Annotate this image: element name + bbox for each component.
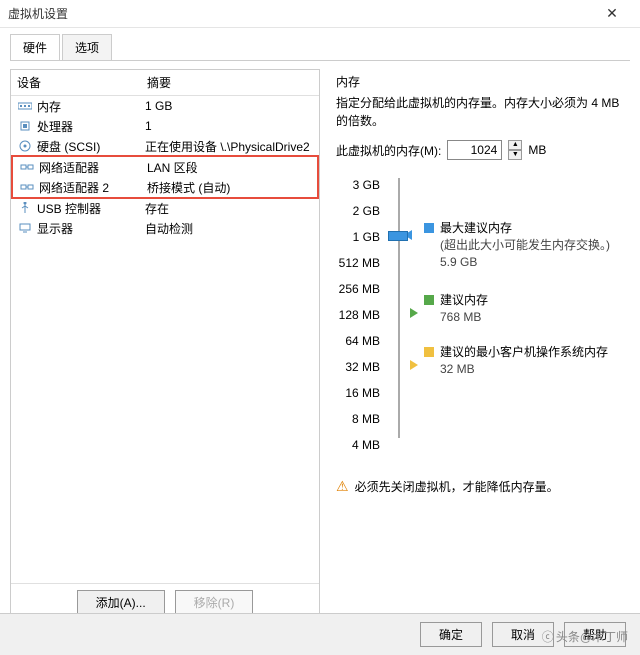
device-row-display[interactable]: 显示器 自动检测 xyxy=(11,218,319,238)
tab-bar: 硬件 选项 xyxy=(0,28,640,60)
device-summary: LAN 区段 xyxy=(147,159,311,176)
device-name: USB 控制器 xyxy=(37,200,145,217)
device-panel: 设备 摘要 内存 1 GB 处理器 1 硬盘 (SCSI) 正在使用设备 \.\… xyxy=(10,69,320,622)
legend-rec-sub: 768 MB xyxy=(440,309,488,326)
highlight-box: 网络适配器 LAN 区段 网络适配器 2 桥接模式 (自动) xyxy=(11,155,319,199)
tick-label: 128 MB xyxy=(336,302,380,328)
header-summary: 摘要 xyxy=(147,74,313,91)
legend-rec-title: 建议内存 xyxy=(440,292,488,309)
legend-swatch-yellow xyxy=(424,347,434,357)
device-row-usb[interactable]: USB 控制器 存在 xyxy=(11,198,319,218)
ok-button[interactable]: 确定 xyxy=(420,622,482,647)
slider-ticks: 3 GB 2 GB 1 GB 512 MB 256 MB 128 MB 64 M… xyxy=(336,172,386,458)
cpu-icon xyxy=(17,119,33,133)
tick-label: 16 MB xyxy=(336,380,380,406)
list-header: 设备 摘要 xyxy=(11,70,319,96)
device-name: 网络适配器 xyxy=(39,159,147,176)
device-summary: 自动检测 xyxy=(145,220,313,237)
slider-legend: 最大建议内存 (超出此大小可能发生内存交换。) 5.9 GB 建议内存 768 … xyxy=(414,172,622,458)
memory-input-row: 此虚拟机的内存(M): ▲ ▼ MB xyxy=(336,140,622,160)
min-marker-icon xyxy=(410,360,418,370)
device-summary: 1 GB xyxy=(145,99,313,113)
memory-slider[interactable] xyxy=(390,178,410,438)
titlebar: 虚拟机设置 ✕ xyxy=(0,0,640,28)
memory-title: 内存 xyxy=(336,73,622,90)
tick-label: 256 MB xyxy=(336,276,380,302)
device-name: 网络适配器 2 xyxy=(39,179,147,196)
tick-label: 64 MB xyxy=(336,328,380,354)
memory-spinner[interactable]: ▲ ▼ xyxy=(508,140,522,160)
content: 设备 摘要 内存 1 GB 处理器 1 硬盘 (SCSI) 正在使用设备 \.\… xyxy=(10,60,630,630)
device-list: 内存 1 GB 处理器 1 硬盘 (SCSI) 正在使用设备 \.\Physic… xyxy=(11,96,319,583)
device-summary: 桥接模式 (自动) xyxy=(147,179,311,196)
device-name: 内存 xyxy=(37,98,145,115)
device-row-net1[interactable]: 网络适配器 LAN 区段 xyxy=(13,157,317,177)
device-row-cpu[interactable]: 处理器 1 xyxy=(11,116,319,136)
memory-input[interactable] xyxy=(447,140,502,160)
display-icon xyxy=(17,221,33,235)
spin-down-icon[interactable]: ▼ xyxy=(508,150,522,160)
tick-label: 8 MB xyxy=(336,406,380,432)
memory-slider-area: 3 GB 2 GB 1 GB 512 MB 256 MB 128 MB 64 M… xyxy=(336,172,622,458)
legend-min-sub: 32 MB xyxy=(440,361,608,378)
memory-unit: MB xyxy=(528,143,546,157)
tick-label: 32 MB xyxy=(336,354,380,380)
device-name: 显示器 xyxy=(37,220,145,237)
legend-max-sub1: (超出此大小可能发生内存交换。) xyxy=(440,237,610,254)
close-icon[interactable]: ✕ xyxy=(592,5,632,22)
device-row-net2[interactable]: 网络适配器 2 桥接模式 (自动) xyxy=(13,177,317,197)
tick-label: 512 MB xyxy=(336,250,380,276)
network-icon xyxy=(19,180,35,194)
legend-swatch-green xyxy=(424,295,434,305)
device-row-memory[interactable]: 内存 1 GB xyxy=(11,96,319,116)
memory-label: 此虚拟机的内存(M): xyxy=(336,142,441,159)
tab-hardware[interactable]: 硬件 xyxy=(10,34,60,60)
device-name: 处理器 xyxy=(37,118,145,135)
tick-label: 1 GB xyxy=(336,224,380,250)
add-button[interactable]: 添加(A)... xyxy=(77,590,165,615)
warning-row: ⚠ 必须先关闭虚拟机，才能降低内存量。 xyxy=(336,478,622,495)
watermark-icon: ⓒ xyxy=(542,628,554,645)
memory-panel: 内存 指定分配给此虚拟机的内存量。内存大小必须为 4 MB 的倍数。 此虚拟机的… xyxy=(328,69,630,622)
disk-icon xyxy=(17,139,33,153)
footer-bar: 确定 取消 帮助 ⓒ 头条@木丁师 xyxy=(0,613,640,655)
warning-icon: ⚠ xyxy=(336,478,349,495)
usb-icon xyxy=(17,201,33,215)
tick-label: 4 MB xyxy=(336,432,380,458)
legend-max-title: 最大建议内存 xyxy=(440,220,610,237)
tick-label: 2 GB xyxy=(336,198,380,224)
spin-up-icon[interactable]: ▲ xyxy=(508,140,522,150)
memory-icon xyxy=(17,99,33,113)
rec-marker-icon xyxy=(410,308,418,318)
remove-button: 移除(R) xyxy=(175,590,254,615)
legend-max: 最大建议内存 (超出此大小可能发生内存交换。) 5.9 GB xyxy=(424,220,622,270)
watermark-text: 头条@木丁师 xyxy=(556,628,628,645)
device-summary: 存在 xyxy=(145,200,313,217)
legend-max-sub2: 5.9 GB xyxy=(440,254,610,271)
device-name: 硬盘 (SCSI) xyxy=(37,138,145,155)
legend-rec: 建议内存 768 MB xyxy=(424,292,622,326)
header-device: 设备 xyxy=(17,74,147,91)
window-title: 虚拟机设置 xyxy=(8,5,592,22)
slider-handle[interactable] xyxy=(388,231,408,241)
memory-desc: 指定分配给此虚拟机的内存量。内存大小必须为 4 MB 的倍数。 xyxy=(336,94,622,130)
network-icon xyxy=(19,160,35,174)
tick-label: 3 GB xyxy=(336,172,380,198)
legend-swatch-blue xyxy=(424,223,434,233)
device-summary: 1 xyxy=(145,119,313,133)
device-row-disk[interactable]: 硬盘 (SCSI) 正在使用设备 \.\PhysicalDrive2 xyxy=(11,136,319,156)
legend-min: 建议的最小客户机操作系统内存 32 MB xyxy=(424,344,622,378)
device-summary: 正在使用设备 \.\PhysicalDrive2 xyxy=(145,138,313,155)
watermark: ⓒ 头条@木丁师 xyxy=(542,628,628,645)
warning-text: 必须先关闭虚拟机，才能降低内存量。 xyxy=(355,478,559,495)
legend-min-title: 建议的最小客户机操作系统内存 xyxy=(440,344,608,361)
tab-options[interactable]: 选项 xyxy=(62,34,112,60)
